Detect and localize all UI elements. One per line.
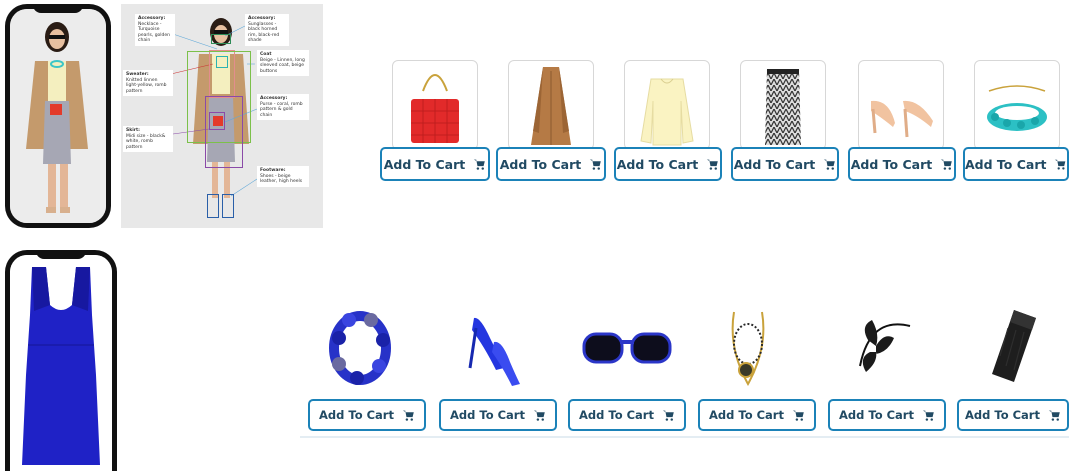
callout-purse: Accessory: Purse - coral, romb pattern & …	[257, 94, 309, 120]
callout-sweater: Sweater: Knitted linnen light-yellow, rom…	[123, 70, 173, 96]
add-to-cart-button[interactable]: Add To Cart	[963, 147, 1069, 181]
black-clutch-image	[992, 310, 1036, 382]
product-card[interactable]	[974, 60, 1060, 150]
add-to-cart-button[interactable]: Add To Cart	[496, 147, 606, 181]
beige-heels-image	[871, 100, 933, 138]
add-to-cart-label: Add To Cart	[319, 408, 394, 422]
callout-coat: Coat Beige - Linnen, long sleeved coat, b…	[257, 50, 309, 76]
blue-sunglasses-image	[582, 332, 672, 364]
add-to-cart-button[interactable]: Add To Cart	[308, 399, 426, 431]
detect-box-sunglasses	[211, 34, 231, 44]
blue-bracelet-image	[329, 311, 391, 385]
callout-sunglasses: Accessory: Sunglasses - black horned rim,…	[245, 14, 289, 46]
cart-icon	[533, 410, 545, 421]
camel-coat-image	[531, 67, 571, 145]
add-to-cart-label: Add To Cart	[579, 408, 654, 422]
cart-icon	[662, 410, 674, 421]
cart-icon	[1048, 410, 1060, 421]
product-card[interactable]	[392, 60, 478, 150]
turquoise-necklace-image	[987, 85, 1047, 131]
feather-headband-image	[859, 320, 911, 372]
phone-notch	[33, 4, 83, 13]
add-to-cart-label: Add To Cart	[850, 156, 933, 172]
cart-icon	[402, 410, 414, 421]
add-to-cart-button[interactable]: Add To Cart	[731, 147, 839, 181]
annotated-outfit-panel: Accessory: Necklace - Turquoise pearls, g…	[121, 4, 323, 228]
dress-photo	[10, 255, 112, 471]
add-to-cart-label: Add To Cart	[450, 408, 525, 422]
add-to-cart-label: Add To Cart	[499, 156, 582, 172]
add-to-cart-label: Add To Cart	[733, 156, 816, 172]
cart-icon	[941, 159, 953, 170]
add-to-cart-label: Add To Cart	[965, 156, 1047, 172]
phone-frame-bottom	[5, 250, 117, 471]
phone-notch	[36, 250, 86, 259]
cart-icon	[792, 410, 804, 421]
callout-footware: Footware: Shoes - beige leather, high hee…	[257, 166, 309, 187]
add-to-cart-button[interactable]: Add To Cart	[439, 399, 557, 431]
add-to-cart-button[interactable]: Add To Cart	[698, 399, 816, 431]
pencil-skirt-image	[765, 69, 801, 145]
cart-icon	[474, 159, 486, 170]
cart-icon	[590, 159, 602, 170]
add-to-cart-button[interactable]: Add To Cart	[957, 399, 1069, 431]
detect-box-shoe-left	[207, 194, 219, 218]
cart-icon	[922, 410, 934, 421]
cart-icon	[707, 159, 719, 170]
callout-skirt: Skirt: Midi size - black& white, romb pat…	[123, 126, 173, 152]
cart-icon	[824, 159, 836, 170]
add-to-cart-label: Add To Cart	[616, 156, 699, 172]
add-to-cart-button[interactable]: Add To Cart	[828, 399, 946, 431]
phone-frame-top	[5, 4, 111, 228]
blue-heels-image	[468, 317, 520, 386]
row2-divider	[300, 436, 1069, 438]
add-to-cart-label: Add To Cart	[839, 408, 914, 422]
gold-necklace-image	[731, 311, 765, 387]
product-card[interactable]	[858, 60, 944, 150]
product-card[interactable]	[624, 60, 710, 150]
add-to-cart-label: Add To Cart	[709, 408, 784, 422]
outfit-photo	[10, 9, 106, 223]
add-to-cart-label: Add To Cart	[383, 156, 466, 172]
red-handbag-image	[411, 74, 459, 143]
cart-icon	[1055, 159, 1066, 170]
product-card[interactable]	[740, 60, 826, 150]
detect-box-shoe-right	[222, 194, 234, 218]
add-to-cart-label: Add To Cart	[965, 408, 1040, 422]
add-to-cart-button[interactable]: Add To Cart	[568, 399, 686, 431]
callout-necklace: Accessory: Necklace - Turquoise pearls, g…	[135, 14, 175, 46]
add-to-cart-button[interactable]: Add To Cart	[380, 147, 490, 181]
product-card[interactable]	[508, 60, 594, 150]
add-to-cart-button[interactable]: Add To Cart	[614, 147, 722, 181]
yellow-sweater-image	[640, 78, 694, 146]
detect-box-skirt	[205, 96, 243, 168]
add-to-cart-button[interactable]: Add To Cart	[848, 147, 956, 181]
